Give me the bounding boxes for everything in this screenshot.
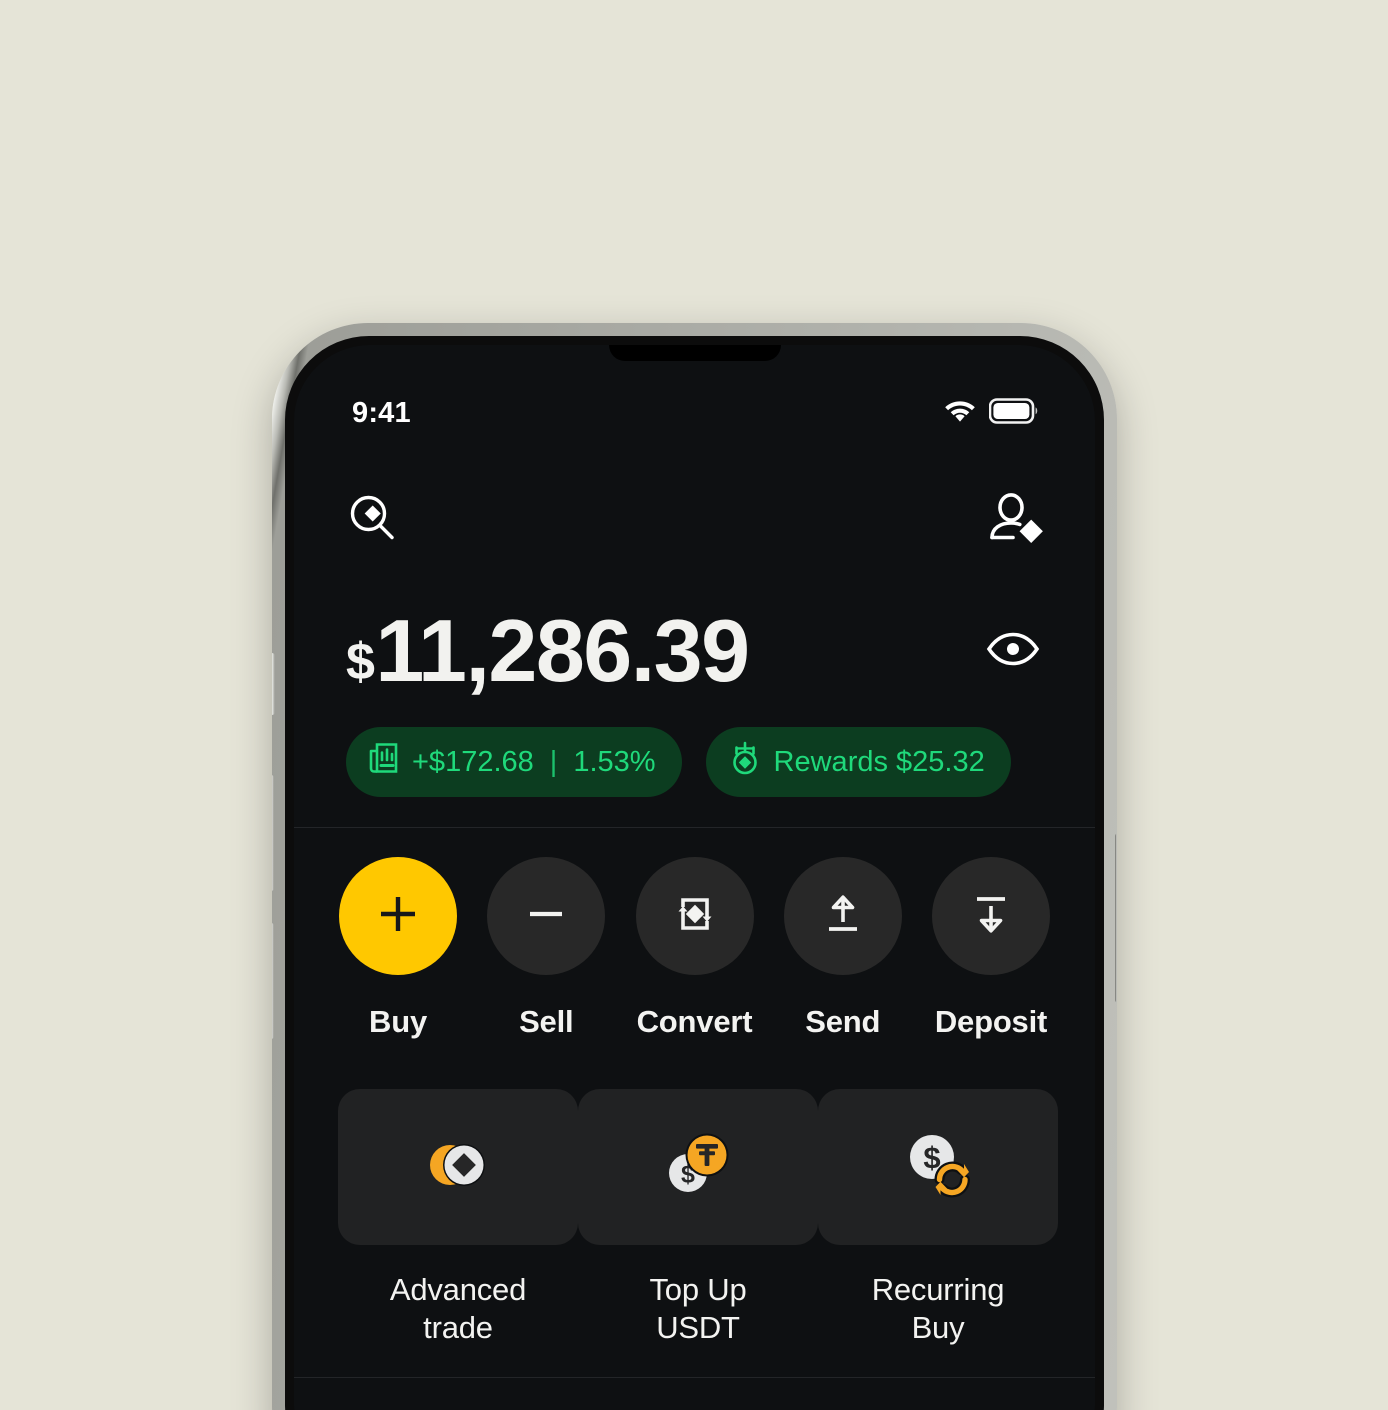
action-label-buy: Buy xyxy=(369,1004,427,1039)
volume-up-button-hardware[interactable] xyxy=(272,775,274,891)
recurring-buy-tile[interactable]: $ xyxy=(818,1089,1058,1245)
action-convert[interactable]: Convert xyxy=(635,857,755,1040)
profile-icon xyxy=(985,490,1043,551)
convert-button[interactable] xyxy=(635,857,754,975)
action-buy[interactable]: Buy xyxy=(338,857,458,1040)
action-sell[interactable]: Sell xyxy=(486,857,606,1040)
balance-value: 11,286.39 xyxy=(375,601,750,700)
search-button[interactable] xyxy=(344,490,400,551)
rewards-pill-label: Rewards $25.32 xyxy=(773,745,985,778)
top-up-usdt-tile[interactable]: $ xyxy=(578,1089,818,1245)
usdt-coins-icon: $ xyxy=(660,1129,736,1206)
action-button-hardware[interactable] xyxy=(272,653,275,715)
performance-pill[interactable]: +$172.68 | 1.53% xyxy=(346,727,682,797)
wifi-icon xyxy=(943,398,977,428)
action-label-deposit: Deposit xyxy=(934,1004,1048,1039)
advanced-trade-label-line1: Advanced xyxy=(389,1272,527,1307)
send-button[interactable] xyxy=(783,857,902,975)
battery-icon xyxy=(988,397,1039,429)
screenshot-stage: 9:41 $ 11,286.39 +$172.68 | 1.53% Reward… xyxy=(0,0,1388,1410)
card-recurring-buy[interactable]: $ Recurring Buy xyxy=(818,1089,1058,1347)
minus-icon xyxy=(521,889,571,944)
deposit-button[interactable] xyxy=(932,857,1050,975)
eye-icon xyxy=(985,632,1041,673)
advanced-trade-tile[interactable] xyxy=(338,1089,578,1245)
search-icon xyxy=(344,490,400,551)
top-up-usdt-label-line2: USDT xyxy=(656,1309,740,1345)
report-chart-icon xyxy=(368,741,400,783)
top-up-usdt-label: Top Up USDT xyxy=(649,1271,746,1347)
status-bar-indicators xyxy=(943,397,1039,429)
quick-actions-row: Buy Sell Convert Send Deposit xyxy=(294,857,1095,1040)
action-deposit[interactable]: Deposit xyxy=(931,857,1051,1040)
pill-change-value: +$172.68 xyxy=(412,745,534,778)
action-label-sell: Sell xyxy=(519,1004,574,1039)
deposit-down-arrow-icon xyxy=(966,888,1016,945)
recurring-buy-label: Recurring Buy xyxy=(872,1271,1005,1347)
send-up-arrow-icon xyxy=(818,888,868,945)
power-button-hardware[interactable] xyxy=(1115,833,1117,1003)
status-bar: 9:41 xyxy=(294,393,1095,433)
balance-amount: $11,286.39 xyxy=(346,601,750,700)
recurring-buy-label-line1: Recurring xyxy=(871,1272,1005,1307)
advanced-trade-label: Advanced trade xyxy=(390,1271,526,1347)
phone-device-frame: 9:41 $ 11,286.39 +$172.68 | 1.53% Reward… xyxy=(272,323,1117,1410)
sell-button[interactable] xyxy=(487,857,606,975)
volume-down-button-hardware[interactable] xyxy=(272,923,274,1039)
recurring-dollar-icon: $ xyxy=(899,1129,977,1206)
phone-screen: 9:41 $ 11,286.39 +$172.68 | 1.53% Reward… xyxy=(294,345,1095,1410)
card-advanced-trade[interactable]: Advanced trade xyxy=(338,1089,578,1347)
toggle-balance-visibility-button[interactable] xyxy=(985,629,1043,674)
convert-icon xyxy=(669,888,721,945)
balance-pill-row: +$172.68 | 1.53% Rewards $25.32 xyxy=(346,727,1043,797)
card-top-up-usdt[interactable]: $ Top Up USDT xyxy=(578,1089,818,1347)
profile-button[interactable] xyxy=(985,490,1043,551)
advanced-trade-label-line2: trade xyxy=(423,1309,493,1345)
feature-cards-row: Advanced trade $ Top Up USDT $ Recurring… xyxy=(294,1089,1095,1347)
top-up-usdt-label-line1: Top Up xyxy=(649,1272,747,1307)
action-label-convert: Convert xyxy=(636,1004,753,1039)
rewards-pill[interactable]: Rewards $25.32 xyxy=(705,727,1011,797)
rewards-medal-icon xyxy=(728,740,762,784)
dynamic-island xyxy=(608,345,781,361)
pill-separator: | xyxy=(549,745,558,778)
status-bar-time: 9:41 xyxy=(352,396,411,429)
action-label-send: Send xyxy=(805,1004,881,1039)
balance-section: $11,286.39 +$172.68 | 1.53% Rewards $25.… xyxy=(294,607,1095,797)
two-coins-icon xyxy=(419,1134,497,1201)
balance-currency-symbol: $ xyxy=(346,633,375,691)
section-divider-top xyxy=(294,827,1095,828)
section-divider-bottom xyxy=(294,1377,1095,1378)
plus-icon xyxy=(373,889,423,944)
action-send[interactable]: Send xyxy=(783,857,903,1040)
pill-change-percent: 1.53% xyxy=(573,745,656,778)
balance-row: $11,286.39 xyxy=(346,607,1043,695)
app-header xyxy=(294,485,1095,555)
recurring-buy-label-line2: Buy xyxy=(911,1309,965,1345)
buy-button[interactable] xyxy=(339,857,457,975)
